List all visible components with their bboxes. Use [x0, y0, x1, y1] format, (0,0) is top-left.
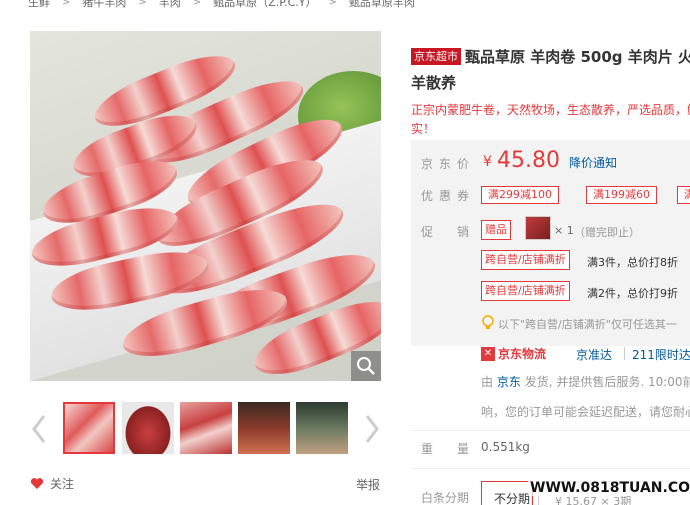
product-subtitle: 正宗内蒙肥牛卷，天然牧场，生态散养，严选品质，鲜 实！: [411, 101, 690, 139]
lightbulb-icon: [482, 315, 494, 329]
jd-logistics-logo: ✕ 京东物流: [481, 345, 546, 362]
seller-prefix: 由: [481, 375, 494, 389]
weight-label: 重 量: [421, 442, 476, 456]
coupon-label: 优惠券: [421, 189, 476, 203]
promo-tip: 以下"跨自营/店铺满折"仅可任选其一: [498, 318, 677, 331]
seller-name[interactable]: 京东: [497, 375, 521, 389]
thumbnail-3[interactable]: [180, 402, 232, 454]
heart-icon: [30, 478, 44, 489]
divider: [411, 468, 690, 469]
price-notify-link[interactable]: 降价通知: [569, 154, 617, 171]
thumbnail-4[interactable]: [238, 402, 290, 454]
divider: [624, 347, 625, 360]
thumbnail-2[interactable]: [122, 402, 174, 454]
promo-tag-1: 跨自营/店铺满折: [481, 250, 570, 270]
breadcrumb-item[interactable]: 甄品草原（Z.P.C.Y）: [213, 0, 316, 10]
promo-tag-2: 跨自营/店铺满折: [481, 281, 570, 301]
gift-tag: 赠品: [481, 220, 511, 240]
seller-suffix: 发货, 并提供售后服务. 10:00前: [524, 375, 690, 389]
coupon-2[interactable]: 满199减60: [586, 186, 657, 204]
chevron-right-icon: >: [192, 0, 202, 8]
chevron-right-icon: >: [138, 0, 147, 8]
service-jzd[interactable]: 京准达: [576, 346, 612, 363]
subtitle-line-1: 正宗内蒙肥牛卷，天然牧场，生态散养，严选品质，鲜: [411, 103, 690, 117]
report-link[interactable]: 举报: [356, 476, 380, 493]
prev-arrow-icon[interactable]: [30, 414, 48, 444]
store-tag: 京东超市: [411, 48, 461, 65]
price-value: 45.80: [497, 148, 560, 173]
chevron-right-icon: >: [62, 0, 71, 8]
gift-count: × 1: [554, 224, 574, 237]
site-watermark: WWW.0818TUAN.COM: [528, 480, 690, 496]
zoom-icon[interactable]: [351, 351, 381, 381]
service-211[interactable]: 211限时达: [632, 346, 690, 363]
coupon-1[interactable]: 满299减100: [481, 186, 559, 204]
breadcrumb-item[interactable]: 生鲜: [28, 0, 50, 10]
price-symbol: ¥: [483, 154, 492, 170]
breadcrumb-item[interactable]: 甄品草原羊肉: [349, 0, 415, 10]
delay-notice: 响，您的订单可能会延迟配送，请您耐心: [481, 405, 690, 419]
gift-image[interactable]: [525, 216, 551, 240]
weight-value: 0.551kg: [481, 440, 530, 454]
promo-text-1: 满3件，总价打8折: [587, 256, 678, 269]
main-product-image[interactable]: [30, 31, 381, 381]
title-line-2: 羊散养: [411, 74, 457, 92]
gift-note: （赠完即止）: [574, 226, 640, 239]
product-title: 京东超市 甄品草原 羊肉卷 500g 羊肉片 火 羊散养: [411, 44, 690, 96]
price-label: 京东价: [421, 157, 476, 171]
baitiao-option-none[interactable]: 不分期: [481, 481, 533, 505]
seller-info: 由 京东 发货, 并提供售后服务. 10:00前: [481, 373, 690, 390]
title-line-1: 甄品草原 羊肉卷 500g 羊肉片 火: [465, 48, 690, 66]
subtitle-line-2: 实！: [411, 122, 436, 136]
thumbnail-1[interactable]: [63, 402, 115, 454]
product-page: 生鲜 > 猪牛羊肉 > 羊肉 > 甄品草原（Z.P.C.Y） > 甄品草原羊肉: [0, 0, 690, 505]
price-summary: 京东价 ¥ 45.80 降价通知 优惠券 满299减100 满199减60 满 …: [411, 140, 690, 346]
follow-button[interactable]: 关注: [30, 475, 74, 492]
thumbnail-5[interactable]: [296, 402, 348, 454]
jd-logistics-label: 京东物流: [498, 347, 547, 361]
coupon-3[interactable]: 满: [677, 186, 690, 204]
jd-logistics-icon: ✕: [481, 346, 495, 361]
next-arrow-icon[interactable]: [363, 414, 381, 444]
breadcrumb-item[interactable]: 猪牛羊肉: [82, 0, 126, 10]
breadcrumb: 生鲜 > 猪牛羊肉 > 羊肉 > 甄品草原（Z.P.C.Y） > 甄品草原羊肉: [28, 0, 415, 10]
baitiao-label: 白条分期: [421, 491, 470, 505]
breadcrumb-item[interactable]: 羊肉: [159, 0, 181, 10]
promo-text-2: 满2件，总价打9折: [587, 287, 678, 300]
chevron-right-icon: >: [328, 0, 337, 8]
thumbnail-strip: [30, 402, 381, 456]
promo-label: 促 销: [421, 225, 476, 239]
divider: [411, 430, 690, 431]
follow-label: 关注: [50, 477, 75, 491]
